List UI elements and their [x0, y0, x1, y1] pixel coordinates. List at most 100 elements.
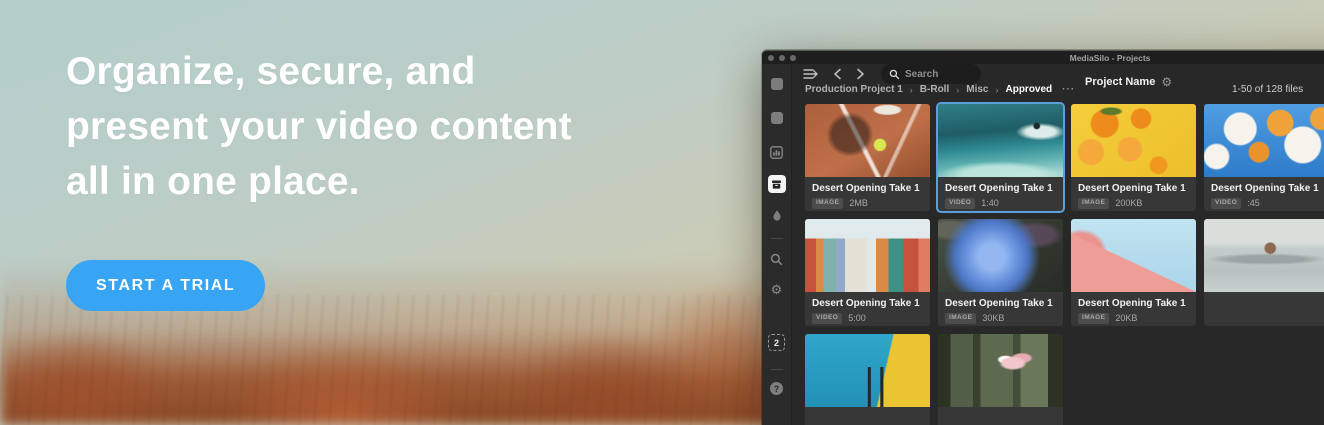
hero-copy: Organize, secure, and present your video…: [66, 44, 572, 311]
asset-meta-row: VIDEO :45: [1211, 198, 1322, 209]
asset-card[interactable]: [805, 334, 930, 425]
asset-thumb: [805, 334, 930, 407]
asset-meta: 2MB: [849, 198, 868, 208]
sidebar-divider: [771, 369, 783, 370]
logo-square-icon[interactable]: [771, 78, 783, 90]
asset-meta-row: IMAGE 30KB: [945, 313, 1056, 324]
logo-square: [771, 78, 783, 90]
asset-meta: :45: [1247, 198, 1260, 208]
branch-texture: [0, 295, 770, 425]
flame-icon-glyph: [771, 209, 783, 222]
breadcrumb: Production Project 1›B-Roll›Misc›Approve…: [805, 84, 1075, 95]
search-icon-glyph: [770, 253, 783, 266]
asset-meta-row: IMAGE 20KB: [1078, 313, 1189, 324]
queue-badge[interactable]: 2: [768, 334, 785, 351]
breadcrumb-item[interactable]: Approved: [1005, 84, 1052, 95]
help-icon[interactable]: ?: [770, 382, 783, 395]
asset-card-footer: Desert Opening Take 1 IMAGE 20KB: [1071, 292, 1196, 326]
asset-card-footer: Desert Opening Take 1 IMAGE 2MB: [805, 177, 930, 211]
asset-card-footer: Desert Opening Take 1 IMAGE 30KB: [938, 292, 1063, 326]
forward-glyph: [856, 68, 865, 80]
asset-card[interactable]: Desert Opening Take 1 IMAGE 200KB: [1071, 104, 1196, 211]
file-count: 1-50 of 128 files: [1232, 84, 1303, 95]
asset-thumb: [938, 104, 1063, 177]
archive-icon-glyph: [771, 179, 782, 190]
asset-title: Desert Opening Take 1: [945, 298, 1056, 309]
breadcrumb-item[interactable]: B-Roll: [920, 84, 949, 95]
sidebar-toggle-glyph: [803, 68, 819, 80]
gear-icon-glyph: ⚙: [771, 283, 783, 296]
asset-thumb: [1204, 219, 1324, 292]
archive-icon[interactable]: [768, 175, 786, 193]
asset-meta: 30KB: [982, 313, 1004, 323]
window-title: MediaSilo - Projects: [762, 53, 1324, 63]
asset-card[interactable]: Desert Opening Take 1 VIDEO :45: [1204, 104, 1324, 211]
asset-thumb: [805, 219, 930, 292]
flame-icon[interactable]: [771, 209, 783, 222]
breadcrumb-item[interactable]: Misc: [966, 84, 988, 95]
asset-card-footer: [805, 407, 930, 425]
breadcrumb-overflow-button[interactable]: ···: [1062, 84, 1075, 95]
asset-title: Desert Opening Take 1: [1078, 298, 1189, 309]
sidebar-toggle-icon[interactable]: [801, 66, 821, 82]
search-input[interactable]: [905, 69, 973, 80]
asset-card-footer: [1204, 292, 1324, 326]
asset-title: Desert Opening Take 1: [812, 183, 923, 194]
asset-type-badge: VIDEO: [1211, 198, 1241, 209]
asset-meta: 1:40: [981, 198, 999, 208]
asset-card[interactable]: Desert Opening Take 1 VIDEO 5:00: [805, 219, 930, 326]
asset-thumb: [805, 104, 930, 177]
asset-meta-row: VIDEO 1:40: [945, 198, 1056, 209]
gear-icon[interactable]: ⚙: [771, 283, 783, 296]
search-icon[interactable]: [770, 253, 783, 266]
asset-type-badge: IMAGE: [812, 198, 843, 209]
asset-card-footer: Desert Opening Take 1 VIDEO :45: [1204, 177, 1324, 211]
back-glyph: [833, 68, 842, 80]
toolbar: Project Name ⚙: [792, 64, 1324, 84]
workspace-square-icon[interactable]: [771, 112, 783, 124]
asset-title: Desert Opening Take 1: [1211, 183, 1322, 194]
asset-type-badge: VIDEO: [812, 313, 842, 324]
asset-type-badge: IMAGE: [1078, 198, 1109, 209]
asset-thumb: [938, 219, 1063, 292]
headline: Organize, secure, and present your video…: [66, 44, 572, 209]
forward-icon[interactable]: [854, 66, 867, 82]
asset-card-footer: Desert Opening Take 1 IMAGE 200KB: [1071, 177, 1196, 211]
asset-type-badge: IMAGE: [1078, 313, 1109, 324]
chart-icon-glyph: [770, 146, 783, 159]
search-bar[interactable]: [881, 64, 981, 84]
asset-meta: 20KB: [1115, 313, 1137, 323]
app-window: MediaSilo - Projects: [762, 50, 1324, 425]
asset-title: Desert Opening Take 1: [812, 298, 923, 309]
asset-title: Desert Opening Take 1: [945, 183, 1056, 194]
asset-meta: 5:00: [848, 313, 866, 323]
breadcrumb-separator-icon: ›: [956, 85, 959, 95]
asset-card[interactable]: Desert Opening Take 1 IMAGE 30KB: [938, 219, 1063, 326]
asset-meta-row: IMAGE 2MB: [812, 198, 923, 209]
asset-thumb: [1204, 104, 1324, 177]
queue-count: 2: [768, 334, 785, 351]
asset-grid: Desert Opening Take 1 IMAGE 2MB Desert O…: [792, 95, 1324, 425]
main-panel: Project Name ⚙ Production Project 1 › B-Ro…: [792, 64, 1324, 425]
asset-card[interactable]: Desert Opening Take 1 IMAGE 20KB: [1071, 219, 1196, 326]
breadcrumb-item[interactable]: Production Project 1: [805, 84, 903, 95]
search-icon: [889, 69, 900, 80]
start-trial-button[interactable]: START A TRIAL: [66, 260, 265, 311]
window-titlebar[interactable]: MediaSilo - Projects: [762, 51, 1324, 64]
asset-card[interactable]: Desert Opening Take 1 IMAGE 2MB: [805, 104, 930, 211]
breadcrumb-row: Production Project 1›B-Roll›Misc›Approve…: [792, 84, 1324, 95]
asset-card[interactable]: Desert Opening Take 1 VIDEO 1:40: [938, 104, 1063, 211]
asset-thumb: [938, 334, 1063, 407]
asset-card[interactable]: [938, 334, 1063, 425]
asset-type-badge: IMAGE: [945, 313, 976, 324]
asset-meta: 200KB: [1115, 198, 1142, 208]
hero-banner: Organize, secure, and present your video…: [0, 0, 1324, 425]
asset-type-badge: VIDEO: [945, 198, 975, 209]
chart-icon[interactable]: [770, 146, 783, 159]
asset-meta-row: VIDEO 5:00: [812, 313, 923, 324]
asset-meta-row: IMAGE 200KB: [1078, 198, 1189, 209]
back-icon[interactable]: [831, 66, 844, 82]
asset-card[interactable]: [1204, 219, 1324, 326]
asset-thumb: [1071, 104, 1196, 177]
asset-card-footer: Desert Opening Take 1 VIDEO 5:00: [805, 292, 930, 326]
